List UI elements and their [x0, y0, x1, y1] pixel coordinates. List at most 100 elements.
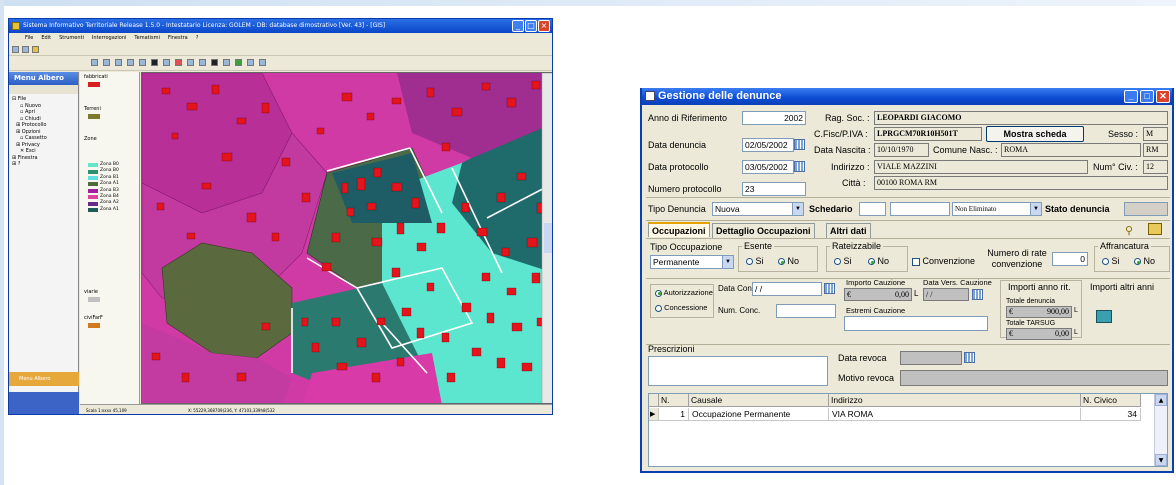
- table-cell-causale[interactable]: Occupazione Permanente: [689, 408, 829, 421]
- folder-icon[interactable]: [32, 46, 39, 53]
- save-icon[interactable]: [22, 46, 29, 53]
- tree-sidebar: Menu Albero ⊟ File ▫ Nuovo ▫ Apri ▫ Chiu…: [9, 72, 79, 414]
- convenzione-checkbox[interactable]: Convenzione: [912, 256, 975, 266]
- rateizzabile-no[interactable]: No: [868, 256, 889, 266]
- comune-nasc-label: Comune Nasc. :: [933, 145, 998, 155]
- data-conc-input[interactable]: / /: [752, 282, 822, 296]
- refresh-icon[interactable]: [187, 59, 194, 66]
- column-header-indirizzo[interactable]: Indirizzo: [829, 394, 1081, 407]
- row-selector-icon[interactable]: ▶: [649, 408, 659, 421]
- measure-icon[interactable]: [163, 59, 170, 66]
- layer-terreni[interactable]: Terreni: [84, 106, 101, 119]
- column-header-n[interactable]: N.: [659, 394, 689, 407]
- layer-zone[interactable]: Zone: [84, 136, 97, 142]
- prescrizioni-textarea[interactable]: [648, 356, 828, 386]
- indirizzo-label: Indirizzo :: [831, 162, 870, 172]
- data-protocollo-input[interactable]: 03/05/2002: [742, 160, 794, 174]
- calendar-icon[interactable]: [824, 283, 835, 294]
- concessione-radio[interactable]: Concessione: [655, 303, 707, 312]
- schedario-input-a[interactable]: [859, 202, 886, 216]
- minimize-button[interactable]: _: [1124, 90, 1138, 103]
- minimize-button[interactable]: _: [512, 20, 524, 32]
- tab-dettaglio-occupazioni[interactable]: Dettaglio Occupazioni: [712, 223, 815, 238]
- calendar-icon[interactable]: [794, 139, 805, 150]
- chevron-up-icon[interactable]: ▲: [1155, 394, 1167, 406]
- menu-strumenti[interactable]: Strumenti: [59, 33, 84, 44]
- eliminato-select[interactable]: Non Eliminato ▼: [952, 202, 1042, 216]
- estremi-cauzione-input[interactable]: [844, 316, 988, 331]
- autorizzazione-radio[interactable]: Autorizzazione: [655, 288, 713, 297]
- layer-civi[interactable]: civiFarF: [84, 315, 103, 328]
- menu-tree: ⊟ File ▫ Nuovo ▫ Apri ▫ Chiudi ⊞ Protoco…: [9, 94, 78, 168]
- run-icon[interactable]: ⚲: [1125, 224, 1133, 237]
- close-button[interactable]: ×: [538, 20, 550, 32]
- menu-help[interactable]: ?: [196, 33, 199, 44]
- layer-icon[interactable]: [175, 59, 182, 66]
- zoom-icon[interactable]: [103, 59, 110, 66]
- mostra-scheda-button[interactable]: Mostra scheda: [986, 126, 1084, 142]
- numero-protocollo-input[interactable]: 23: [742, 182, 806, 196]
- select-icon[interactable]: [115, 59, 122, 66]
- edit-icon[interactable]: [223, 59, 230, 66]
- table-icon[interactable]: [235, 59, 242, 66]
- menu-edit[interactable]: Edit: [41, 33, 51, 44]
- chevron-down-icon: ▼: [792, 203, 803, 215]
- anno-input[interactable]: 2002: [742, 111, 806, 125]
- menu-interrogazioni[interactable]: Interrogazioni: [92, 33, 127, 44]
- grid-scrollbar[interactable]: ▲ ▼: [1154, 394, 1167, 466]
- column-header-causale[interactable]: Causale: [689, 394, 829, 407]
- tab-altri-dati[interactable]: Altri dati: [826, 223, 871, 238]
- data-denuncia-input[interactable]: 02/05/2002: [742, 138, 794, 152]
- data-protocollo-label: Data protocollo: [648, 162, 709, 172]
- gis-menubar: File Edit Strumenti Interrogazioni Temat…: [9, 33, 552, 44]
- map-canvas[interactable]: [141, 72, 552, 404]
- close-button[interactable]: ✕: [1156, 90, 1170, 103]
- menu-finestra[interactable]: Finestra: [168, 33, 188, 44]
- esente-si[interactable]: Si: [746, 256, 764, 266]
- identify-icon[interactable]: [151, 59, 158, 66]
- calendar-icon[interactable]: [972, 289, 983, 300]
- calculator-icon[interactable]: [1096, 310, 1112, 323]
- pan-icon[interactable]: [91, 59, 98, 66]
- calendar-icon[interactable]: [794, 161, 805, 172]
- maximize-button[interactable]: □: [525, 20, 537, 32]
- folder-open-icon[interactable]: [1148, 223, 1162, 235]
- affrancatura-si[interactable]: Si: [1102, 256, 1120, 266]
- zoom-in-icon[interactable]: [127, 59, 134, 66]
- rateizzabile-si[interactable]: Si: [834, 256, 852, 266]
- coord-readout: X: 55229,368709(236, Y: 47103,339h8(532: [187, 408, 275, 413]
- sesso-label: Sesso :: [1108, 129, 1139, 139]
- maximize-button[interactable]: □: [1140, 90, 1154, 103]
- new-icon[interactable]: [12, 46, 19, 53]
- tools-icon[interactable]: [259, 59, 266, 66]
- menu-tematismi[interactable]: Tematismi: [134, 33, 159, 44]
- layer-viarie[interactable]: viarie: [84, 289, 100, 302]
- num-civ-field: 12: [1143, 160, 1168, 174]
- tipo-occupazione-select[interactable]: Permanente ▼: [650, 255, 734, 269]
- sidebar-footer-button[interactable]: Menu Albero: [9, 372, 79, 386]
- info-icon[interactable]: [211, 59, 218, 66]
- numero-rate-input[interactable]: 0: [1052, 252, 1088, 266]
- gis-title-bar[interactable]: Sistema Informativo Territoriale Release…: [9, 19, 552, 33]
- table-cell-n[interactable]: 1: [659, 408, 689, 421]
- zoom-out-icon[interactable]: [139, 59, 146, 66]
- esente-no[interactable]: No: [778, 256, 799, 266]
- affrancatura-no[interactable]: No: [1134, 256, 1155, 266]
- layer-swatch: [88, 114, 100, 119]
- calendar-icon[interactable]: [964, 352, 975, 363]
- print-icon[interactable]: [199, 59, 206, 66]
- menu-file[interactable]: File: [25, 33, 33, 44]
- gestione-title-bar[interactable]: Gestione delle denunce _ □ ✕: [642, 88, 1172, 105]
- tree-item-help[interactable]: ⊞ ?: [12, 161, 78, 168]
- tipo-denuncia-select[interactable]: Nuova ▼: [712, 202, 804, 216]
- table-cell-indirizzo[interactable]: VIA ROMA: [829, 408, 1081, 421]
- grid-icon[interactable]: [247, 59, 254, 66]
- num-conc-input[interactable]: [776, 304, 836, 318]
- layer-fabbricati[interactable]: fabbricati: [84, 74, 108, 87]
- schedario-input-b[interactable]: [890, 202, 950, 216]
- citta-field: 00100 ROMA RM: [874, 176, 1168, 190]
- tab-occupazioni[interactable]: Occupazioni: [648, 222, 710, 237]
- chevron-down-icon[interactable]: ▼: [1155, 454, 1167, 466]
- table-cell-civico[interactable]: 34: [1081, 408, 1141, 421]
- column-header-civico[interactable]: N. Civico: [1081, 394, 1141, 407]
